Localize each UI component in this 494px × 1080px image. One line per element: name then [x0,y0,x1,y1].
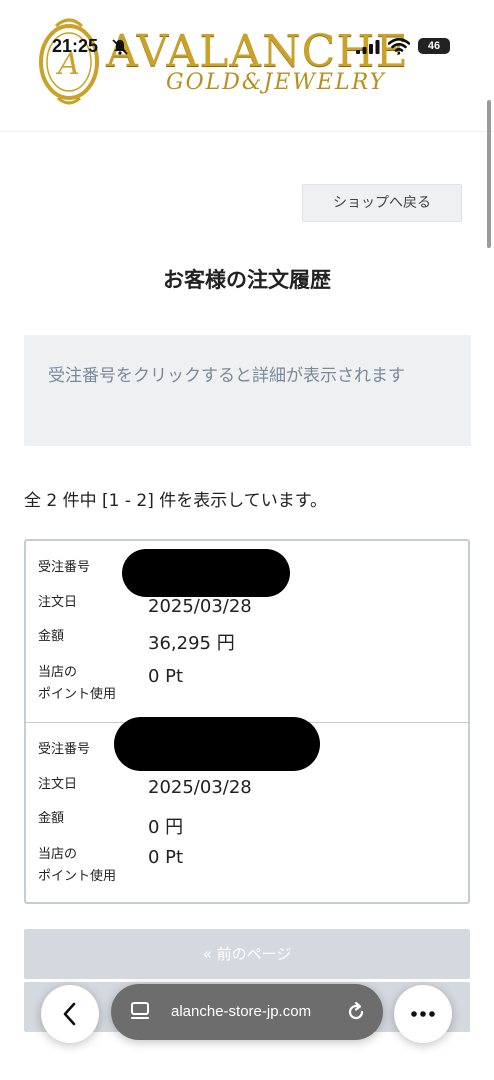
points-label-line2: ポイント使用 [38,869,117,884]
site-header: A AVALANCHE GOLD&JEWELRY [0,0,494,132]
order-row[interactable]: 受注番号 注文日 2025/03/28 金額 36,295 円 当店の ポイント… [26,541,468,722]
redacted-order-number[interactable] [122,549,290,597]
points-label-line2: ポイント使用 [38,687,117,702]
reload-icon[interactable] [345,1001,367,1023]
order-date-value: 2025/03/28 [148,777,252,798]
browser-back-button[interactable] [41,985,99,1043]
wifi-icon [388,38,410,54]
points-value: 0 Pt [148,847,184,868]
battery-indicator: 46 [418,38,450,54]
cellular-signal-icon [356,40,380,54]
emblem-logo-icon: A [39,18,99,105]
order-number-label: 受注番号 [38,560,91,575]
back-to-shop-button[interactable]: ショップへ戻る [302,184,462,222]
order-number-label: 受注番号 [38,742,91,757]
points-label-line1: 当店の [38,665,78,680]
order-row[interactable]: 受注番号 注文日 2025/03/28 金額 0 円 当店の ポイント使用 0 … [26,717,468,903]
chevron-left-icon [63,1002,76,1026]
page-menu-icon[interactable] [129,1000,151,1022]
order-history-table: 受注番号 注文日 2025/03/28 金額 36,295 円 当店の ポイント… [24,539,470,904]
points-value: 0 Pt [148,666,184,687]
page-title: お客様の注文履歴 [163,268,331,292]
address-bar[interactable]: alanche-store-jp.com [111,984,383,1040]
amount-label: 金額 [38,629,65,644]
more-options-button[interactable] [394,985,452,1043]
amount-label: 金額 [38,811,65,826]
status-time: 21:25 [52,36,99,56]
prev-page-button[interactable]: « 前のページ [24,929,470,979]
status-bar: 21:25 46 [0,32,494,60]
redacted-order-number[interactable] [114,717,320,771]
info-notice: 受注番号をクリックすると詳細が表示されます [24,335,471,446]
scroll-indicator[interactable] [487,100,491,248]
brand-logo[interactable]: A AVALANCHE GOLD&JEWELRY [34,12,474,108]
silent-bell-icon [112,39,128,55]
order-date-label: 注文日 [38,595,78,610]
amount-value: 0 円 [148,817,184,838]
points-label-line1: 当店の [38,847,78,862]
order-date-label: 注文日 [38,777,78,792]
url-text: alanche-store-jp.com [171,1003,312,1020]
amount-value: 36,295 円 [148,633,235,654]
brand-subtitle: GOLD&JEWELRY [166,70,387,95]
results-summary: 全 2 件中 [1 - 2] 件を表示しています。 [24,491,328,511]
order-date-value: 2025/03/28 [148,596,252,617]
ellipsis-icon [411,1011,435,1017]
